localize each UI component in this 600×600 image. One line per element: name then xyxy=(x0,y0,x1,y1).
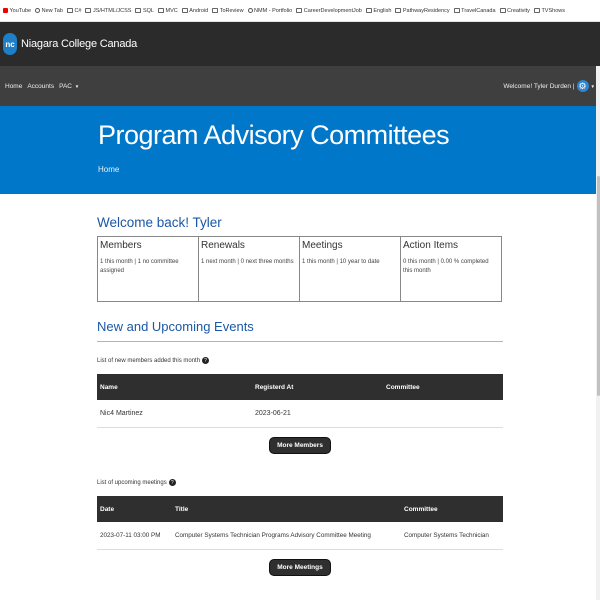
bookmark-travel[interactable]: TravelCanada xyxy=(453,8,496,14)
stat-title: Renewals xyxy=(201,240,245,251)
folder-icon xyxy=(533,8,540,13)
bookmark-mvc[interactable]: MVC xyxy=(158,8,178,14)
stat-detail: 1 this month | 1 no committee assigned xyxy=(100,259,179,275)
stats-table: Members 1 this month | 1 no committee as… xyxy=(97,236,502,302)
bookmark-creativity[interactable]: Creativity xyxy=(499,8,530,14)
stat-detail: 1 next month | 0 next three months xyxy=(201,259,294,265)
bookmark-tvshows[interactable]: TVShows xyxy=(533,8,565,14)
nav-pac-dropdown[interactable]: PAC ▼ xyxy=(59,83,79,90)
members-caption-text: List of new members added this month xyxy=(97,357,201,364)
col-committee[interactable]: Committee xyxy=(401,506,503,513)
stat-title: Action Items xyxy=(403,240,459,251)
bookmark-youtube[interactable]: YouTube xyxy=(3,8,31,14)
page-title: Program Advisory Committees xyxy=(98,120,450,150)
more-members-button[interactable]: More Members xyxy=(269,437,331,454)
folder-icon xyxy=(85,8,92,13)
main-nav: Home Accounts PAC ▼ Welcome! Tyler Durde… xyxy=(0,66,600,106)
nav-pac-label: PAC xyxy=(59,82,72,90)
folder-icon xyxy=(66,8,73,13)
bookmark-csharp[interactable]: C# xyxy=(66,8,81,14)
globe-icon xyxy=(247,8,253,13)
meeting-committee: Computer Systems Technician xyxy=(404,532,489,539)
more-meetings-button[interactable]: More Meetings xyxy=(269,559,331,576)
brand-bar: nc Niagara College Canada xyxy=(0,22,600,66)
col-name[interactable]: Name xyxy=(97,384,252,391)
folder-icon xyxy=(453,8,460,13)
stat-meetings: Meetings 1 this month | 10 year to date xyxy=(300,237,401,301)
folder-icon xyxy=(158,8,164,13)
bookmark-sql[interactable]: SQL xyxy=(135,8,154,14)
folder-icon xyxy=(135,8,142,13)
globe-icon xyxy=(35,8,41,13)
bookmark-js-html-css[interactable]: JS/HTML/JCSS xyxy=(85,8,131,14)
folder-icon xyxy=(296,8,303,13)
member-registered: 2023-06-21 xyxy=(255,410,291,417)
bookmark-nmm-portfolio[interactable]: NMM - Portfolio xyxy=(247,8,292,14)
user-menu[interactable]: Welcome! Tyler Durden | ⚙ ▼ xyxy=(503,80,595,92)
brand-name[interactable]: Niagara College Canada xyxy=(21,38,137,50)
members-table-header: Name Registerd At Committee xyxy=(97,374,503,400)
caret-down-icon[interactable]: ▼ xyxy=(591,84,595,89)
help-icon[interactable]: ? xyxy=(202,357,210,364)
gear-icon[interactable]: ⚙ xyxy=(576,80,589,92)
stat-action-items: Action Items 0 this month | 0.00 % compl… xyxy=(401,237,501,301)
folder-icon xyxy=(212,8,219,13)
bookmark-pathway[interactable]: PathwayResidency xyxy=(395,8,450,14)
stat-detail: 0 this month | 0.00 % completed this mon… xyxy=(403,259,489,275)
college-logo[interactable]: nc xyxy=(3,33,17,55)
meetings-caption-text: List of upcoming meetings xyxy=(97,479,167,486)
events-heading: New and Upcoming Events xyxy=(97,319,503,342)
meetings-caption: List of upcoming meetings ? xyxy=(97,479,503,486)
bookmark-career[interactable]: CareerDevelopmentJob xyxy=(296,8,362,14)
bookmark-android[interactable]: Android xyxy=(181,8,208,14)
more-members-wrap: More Members xyxy=(97,437,503,454)
meetings-table-header: Date Title Committee xyxy=(97,496,503,522)
meeting-date: 2023-07-11 03:00 PM xyxy=(100,532,161,539)
welcome-heading: Welcome back! Tyler xyxy=(97,215,222,230)
members-table: Name Registerd At Committee Nic4 Martine… xyxy=(97,374,503,428)
stat-renewals: Renewals 1 next month | 0 next three mon… xyxy=(199,237,300,301)
bookmarks-bar: YouTube New Tab C# JS/HTML/JCSS SQL MVC … xyxy=(0,0,600,22)
folder-icon xyxy=(365,8,372,13)
stat-detail: 1 this month | 10 year to date xyxy=(302,259,380,265)
youtube-icon xyxy=(3,8,8,13)
member-name: Nic4 Martinez xyxy=(100,410,143,417)
hero-banner: Program Advisory Committees Home xyxy=(0,106,600,194)
table-row[interactable]: 2023-07-11 03:00 PM Computer Systems Tec… xyxy=(97,522,503,550)
help-icon[interactable]: ? xyxy=(168,479,176,486)
nav-accounts[interactable]: Accounts xyxy=(27,83,54,90)
col-committee[interactable]: Committee xyxy=(383,384,503,391)
members-caption: List of new members added this month ? xyxy=(97,357,503,364)
nav-home[interactable]: Home xyxy=(5,83,22,90)
col-registered[interactable]: Registerd At xyxy=(252,384,383,391)
col-title[interactable]: Title xyxy=(172,506,401,513)
main-content: Welcome back! Tyler Members 1 this month… xyxy=(97,215,503,576)
bookmark-english[interactable]: English xyxy=(365,8,391,14)
welcome-user-text: Welcome! Tyler Durden | xyxy=(503,82,575,90)
more-meetings-wrap: More Meetings xyxy=(97,559,503,576)
stat-members: Members 1 this month | 1 no committee as… xyxy=(98,237,199,301)
caret-down-icon: ▼ xyxy=(74,83,80,89)
meeting-title: Computer Systems Technician Programs Adv… xyxy=(175,532,371,539)
col-date[interactable]: Date xyxy=(97,506,172,513)
folder-icon xyxy=(181,8,188,13)
breadcrumb-home[interactable]: Home xyxy=(98,165,600,174)
meetings-table: Date Title Committee 2023-07-11 03:00 PM… xyxy=(97,496,503,550)
folder-icon xyxy=(395,8,402,13)
page-scrollbar[interactable] xyxy=(596,66,600,600)
folder-icon xyxy=(499,8,506,13)
table-row[interactable]: Nic4 Martinez 2023-06-21 xyxy=(97,400,503,428)
stat-title: Meetings xyxy=(302,240,343,251)
bookmark-new-tab[interactable]: New Tab xyxy=(35,8,63,14)
stat-title: Members xyxy=(100,240,142,251)
bookmark-toreview[interactable]: ToReview xyxy=(212,8,244,14)
